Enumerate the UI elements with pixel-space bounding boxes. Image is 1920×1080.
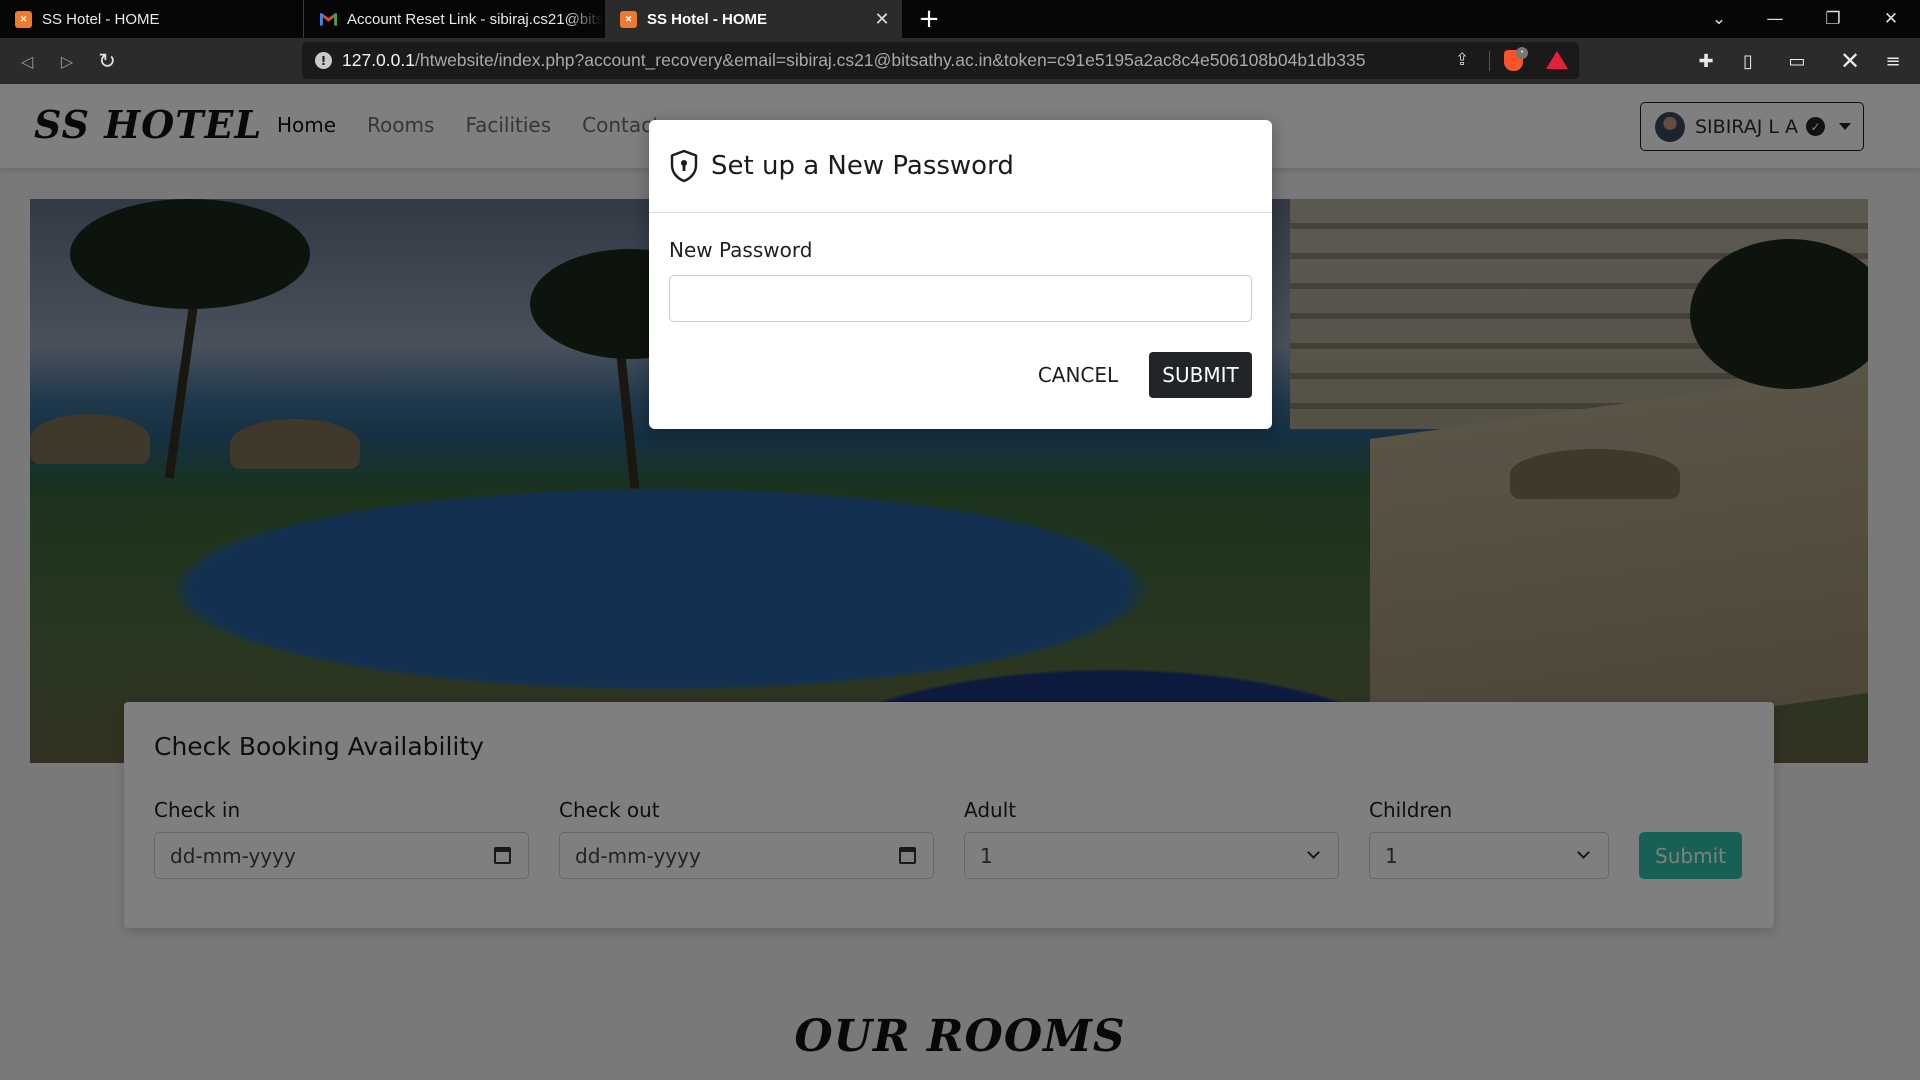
address-bar[interactable]: ! 127.0.0.1/htwebsite/index.php?account_… (302, 42, 1579, 79)
tab-search-chevron-icon[interactable]: ⌄ (1696, 0, 1742, 38)
modal-title: Set up a New Password (711, 151, 1014, 181)
extension-x-icon[interactable]: ✕ (1835, 46, 1865, 76)
cancel-button[interactable]: CANCEL (1027, 352, 1129, 398)
browser-tab-strip: ✕ SS Hotel - HOME Account Reset Link - s… (0, 0, 1920, 38)
extensions-icon[interactable]: ✚ (1691, 46, 1721, 76)
sidebar-icon[interactable]: ▯ (1733, 46, 1763, 76)
browser-tab-active[interactable]: ✕ SS Hotel - HOME ✕ (605, 0, 902, 38)
modal-header: Set up a New Password (649, 120, 1272, 213)
gmail-favicon-icon (320, 11, 337, 28)
tab-title: SS Hotel - HOME (42, 10, 160, 28)
forward-icon[interactable]: ▷ (52, 46, 82, 76)
share-icon[interactable]: ⇪ (1455, 50, 1469, 70)
submit-button[interactable]: SUBMIT (1149, 352, 1252, 398)
brave-shields-icon[interactable]: · (1504, 47, 1528, 71)
new-password-modal: Set up a New Password New Password CANCE… (649, 120, 1272, 429)
xampp-favicon-icon: ✕ (15, 10, 32, 28)
browser-toolbar: ◁ ▷ ↻ ! 127.0.0.1/htwebsite/index.php?ac… (0, 38, 1920, 84)
new-tab-icon[interactable]: + (914, 4, 944, 34)
page-viewport: SS HOTEL Home Rooms Facilities Contact u… (0, 84, 1920, 1080)
brave-rewards-icon[interactable] (1546, 51, 1568, 69)
back-icon[interactable]: ◁ (12, 46, 42, 76)
browser-tab[interactable]: Account Reset Link - sibiraj.cs21@bitsat… (305, 0, 603, 38)
tab-title: Account Reset Link - sibiraj.cs21@bitsat… (347, 10, 603, 28)
url-text[interactable]: 127.0.0.1/htwebsite/index.php?account_re… (342, 50, 1365, 71)
divider (1489, 51, 1490, 71)
close-tab-icon[interactable]: ✕ (870, 7, 894, 31)
reload-icon[interactable]: ↻ (92, 46, 122, 76)
browser-tab[interactable]: ✕ SS Hotel - HOME (0, 0, 304, 38)
wallet-icon[interactable]: ▭ (1782, 46, 1812, 76)
menu-icon[interactable]: ≡ (1878, 46, 1908, 76)
close-window-icon[interactable]: ✕ (1868, 0, 1914, 38)
minimize-icon[interactable]: — (1752, 0, 1798, 38)
restore-icon[interactable]: ❐ (1810, 0, 1856, 38)
site-info-icon[interactable]: ! (315, 52, 332, 69)
xampp-favicon-icon: ✕ (620, 10, 637, 28)
new-password-input[interactable] (669, 275, 1252, 322)
shield-lock-icon (670, 149, 698, 183)
tab-title: SS Hotel - HOME (647, 10, 768, 28)
new-password-label: New Password (669, 238, 813, 262)
